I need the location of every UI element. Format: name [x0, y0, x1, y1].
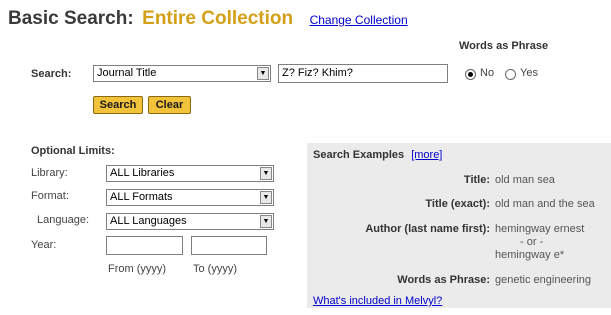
change-collection-link[interactable]: Change Collection: [310, 13, 408, 27]
page-title: Basic Search:: [8, 8, 134, 29]
collection-name: Entire Collection: [142, 8, 294, 29]
chevron-down-icon: ▼: [257, 67, 269, 80]
search-input[interactable]: Z? Fiz? Khim?: [278, 64, 448, 83]
phrase-no-radio[interactable]: [465, 69, 476, 80]
search-field-select[interactable]: Journal Title ▼: [93, 65, 271, 82]
search-label: Search:: [31, 68, 72, 80]
page-header: Basic Search: Entire Collection Change C…: [8, 8, 408, 30]
year-from-input[interactable]: [106, 236, 183, 255]
library-select[interactable]: ALL Libraries ▼: [106, 165, 274, 182]
limits-heading: Optional Limits:: [31, 145, 115, 157]
more-examples-link[interactable]: [more]: [411, 149, 442, 161]
example-value: old man and the sea: [495, 198, 595, 210]
examples-heading: Search Examples [more]: [313, 149, 442, 161]
example-key: Words as Phrase:: [397, 274, 490, 286]
format-value: ALL Formats: [110, 191, 173, 203]
example-value: - or -: [520, 236, 544, 248]
chevron-down-icon: ▼: [260, 215, 272, 228]
library-value: ALL Libraries: [110, 167, 175, 179]
clear-button[interactable]: Clear: [148, 96, 191, 114]
search-examples-panel: Search Examples [more] Title: old man se…: [307, 143, 611, 308]
chevron-down-icon: ▼: [260, 191, 272, 204]
language-label: Language:: [37, 214, 89, 226]
format-label: Format:: [31, 190, 69, 202]
year-to-input[interactable]: [191, 236, 267, 255]
phrase-heading: Words as Phrase: [459, 40, 549, 52]
search-button[interactable]: Search: [93, 96, 143, 114]
example-value: hemingway ernest: [495, 223, 585, 235]
from-format-label: From (yyyy): [108, 263, 167, 275]
year-label: Year:: [31, 239, 57, 251]
format-select[interactable]: ALL Formats ▼: [106, 189, 274, 206]
language-select[interactable]: ALL Languages ▼: [106, 213, 274, 230]
whats-included-link[interactable]: What's included in Melvyl?: [313, 295, 442, 307]
example-key: Title:: [463, 174, 490, 186]
chevron-down-icon: ▼: [260, 167, 272, 180]
example-value: hemingway e*: [495, 249, 565, 261]
phrase-yes-radio[interactable]: [505, 69, 516, 80]
phrase-yes-label: Yes: [520, 67, 538, 79]
language-value: ALL Languages: [110, 215, 187, 227]
to-format-label: To (yyyy): [193, 263, 237, 275]
example-key: Title (exact):: [425, 198, 490, 210]
example-key: Author (last name first):: [365, 223, 490, 235]
phrase-no-label: No: [480, 67, 495, 79]
search-field-value: Journal Title: [97, 67, 157, 79]
example-value: old man sea: [495, 174, 555, 186]
library-label: Library:: [31, 167, 68, 179]
examples-heading-text: Search Examples: [313, 149, 405, 161]
example-value: genetic engineering: [495, 274, 592, 286]
